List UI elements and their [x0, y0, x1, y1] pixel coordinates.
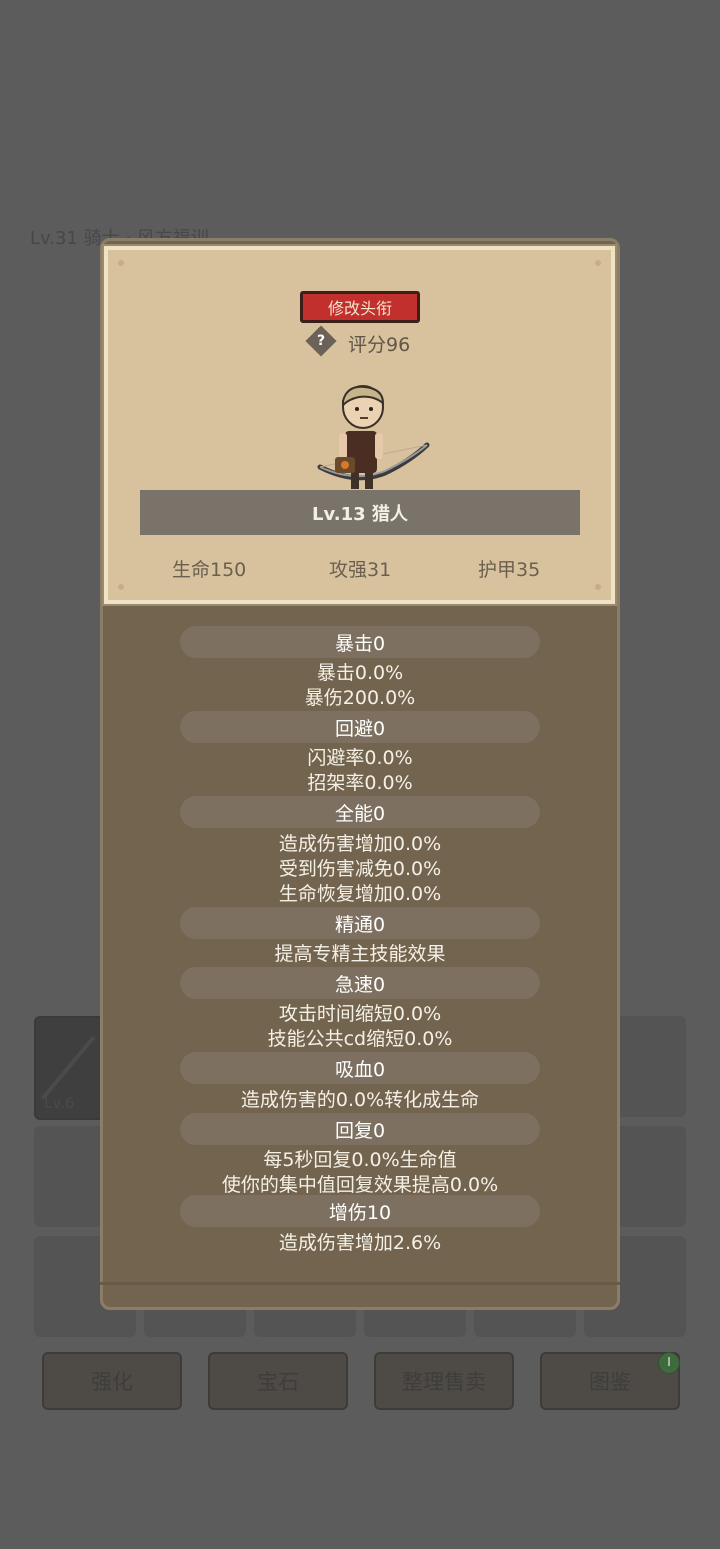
- attr-line: 受到伤害减免0.0%: [278, 858, 442, 880]
- panel-divider: [100, 1282, 620, 1285]
- gem-button[interactable]: 宝石: [208, 1352, 348, 1410]
- rename-title-button[interactable]: 修改头衔: [300, 291, 420, 323]
- weapon-icon: [40, 1036, 96, 1100]
- attr-line: 攻击时间缩短0.0%: [278, 1003, 442, 1025]
- stat-attack: 攻强31: [329, 559, 392, 581]
- attr-regen-header: 回复0: [180, 1113, 540, 1145]
- enhance-button[interactable]: 强化: [42, 1352, 182, 1410]
- hunter-character-icon: [317, 385, 430, 489]
- stat-hp: 生命150: [172, 559, 247, 581]
- attr-line: 提高专精主技能效果: [274, 943, 446, 965]
- help-symbol: ?: [316, 333, 326, 349]
- attr-line: 生命恢复增加0.0%: [278, 883, 442, 905]
- attr-versatility-header: 全能0: [180, 796, 540, 828]
- attr-line: 招架率0.0%: [307, 772, 413, 794]
- attr-lifesteal-header: 吸血0: [180, 1052, 540, 1084]
- attr-crit-header: 暴击0: [180, 626, 540, 658]
- attr-line: 每5秒回复0.0%生命值: [263, 1149, 457, 1171]
- attr-line: 使你的集中值回复效果提高0.0%: [221, 1174, 499, 1196]
- attr-line: 造成伤害的0.0%转化成生命: [240, 1089, 480, 1111]
- character-name-bar: Lv.13 猎人: [140, 490, 580, 535]
- score-label: 评分96: [348, 334, 411, 356]
- attr-mastery-header: 精通0: [180, 907, 540, 939]
- attr-haste-header: 急速0: [180, 967, 540, 999]
- attr-line: 闪避率0.0%: [307, 747, 413, 769]
- attr-line: 技能公共cd缩短0.0%: [267, 1028, 453, 1050]
- attr-line: 造成伤害增加2.6%: [278, 1232, 442, 1254]
- attr-line: 暴击0.0%: [316, 662, 404, 684]
- help-icon[interactable]: ?: [305, 325, 337, 357]
- attr-line: 暴伤200.0%: [304, 687, 416, 709]
- attr-dodge-header: 回避0: [180, 711, 540, 743]
- slot-level: Lv.6: [44, 1094, 75, 1112]
- attr-line: 造成伤害增加0.0%: [278, 833, 442, 855]
- notification-badge: [658, 1352, 680, 1374]
- attr-damage-header: 增伤10: [180, 1195, 540, 1227]
- stat-armor: 护甲35: [478, 559, 541, 581]
- sort-sell-button[interactable]: 整理售卖: [374, 1352, 514, 1410]
